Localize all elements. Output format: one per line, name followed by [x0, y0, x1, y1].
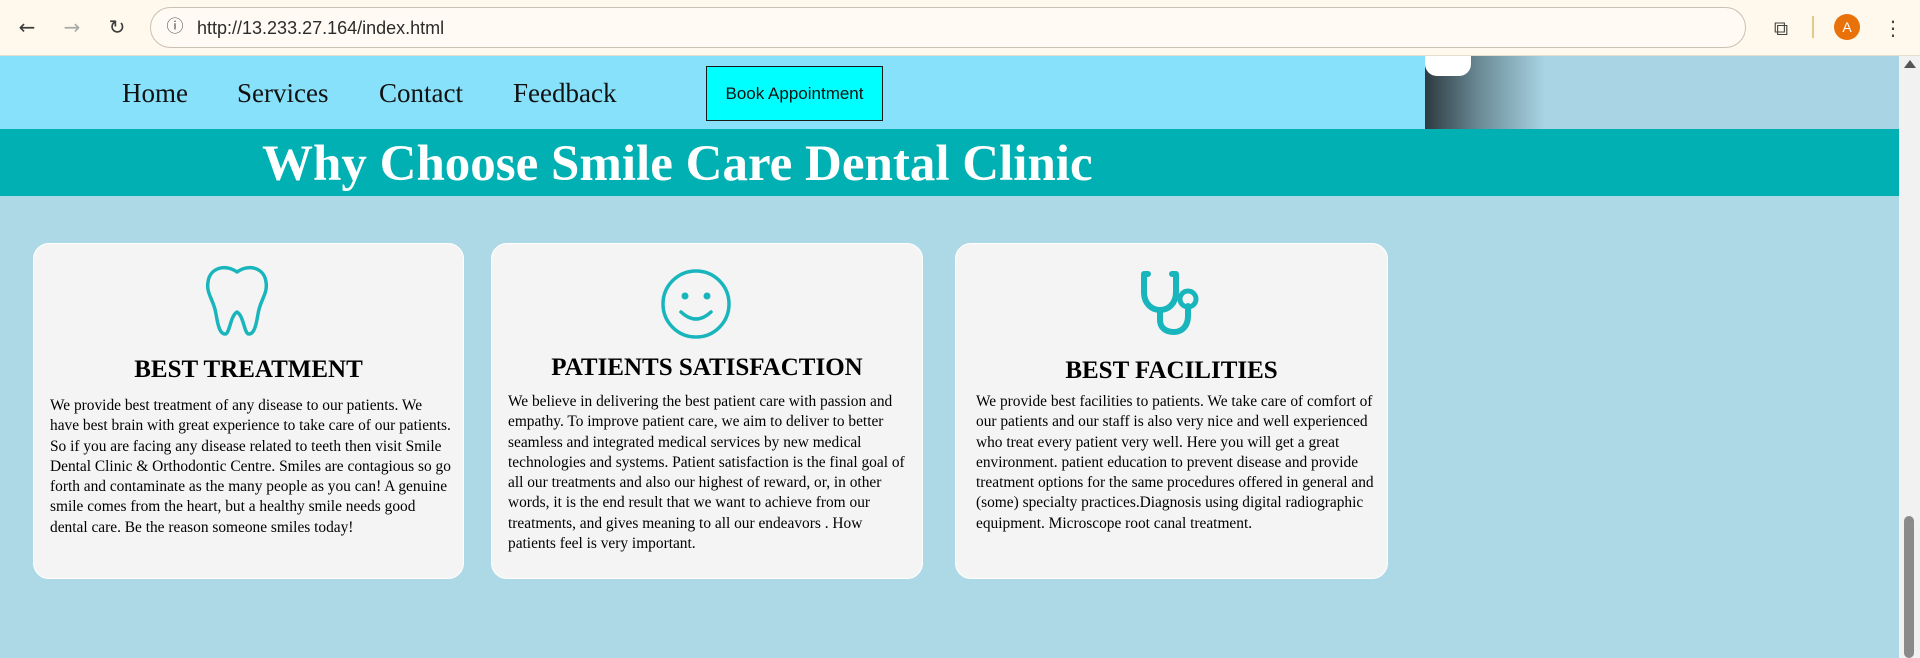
reload-icon[interactable]: ↻ — [102, 12, 132, 42]
scroll-thumb[interactable] — [1904, 516, 1914, 658]
stethoscope-icon — [1141, 271, 1199, 336]
profile-avatar[interactable]: A — [1834, 14, 1860, 40]
smiley-icon — [661, 269, 731, 339]
browser-menu-icon[interactable]: ⋮ — [1880, 13, 1906, 43]
feature-card-treatment: BEST TREATMENT We provide best treatment… — [33, 243, 464, 579]
site-info-icon[interactable]: ⓘ — [165, 17, 185, 37]
card-title: BEST FACILITIES — [1065, 357, 1278, 384]
card-title: PATIENTS SATISFACTION — [551, 354, 863, 381]
feature-card-satisfaction: PATIENTS SATISFACTION We believe in deli… — [491, 243, 923, 579]
site-navbar: Home Services Contact Feedback Book Appo… — [0, 56, 1425, 129]
browser-toolbar: ← → ↻ ⓘ http://13.233.27.164/index.html … — [0, 0, 1920, 56]
hero-card-corner — [1425, 56, 1471, 76]
nav-link-services[interactable]: Services — [237, 78, 328, 109]
page-scrollbar[interactable] — [1899, 56, 1920, 658]
url-text[interactable]: http://13.233.27.164/index.html — [197, 18, 444, 39]
toolbar-separator — [1812, 16, 1814, 38]
hero-image-edge — [1425, 56, 1899, 129]
feature-card-facilities: BEST FACILITIES We provide best faciliti… — [955, 243, 1388, 579]
section-title: Why Choose Smile Care Dental Clinic — [262, 136, 1093, 192]
section-banner: Why Choose Smile Care Dental Clinic — [0, 129, 1899, 196]
nav-link-contact[interactable]: Contact — [379, 78, 463, 109]
back-icon[interactable]: ← — [12, 12, 42, 42]
nav-link-home[interactable]: Home — [122, 78, 188, 109]
book-appointment-button[interactable]: Book Appointment — [706, 66, 883, 121]
card-title: BEST TREATMENT — [134, 356, 363, 383]
card-text: We provide best treatment of any disease… — [50, 397, 451, 536]
forward-icon[interactable]: → — [57, 12, 87, 42]
tooth-icon — [205, 265, 269, 336]
card-text: We provide best facilities to patients. … — [976, 393, 1374, 532]
extensions-icon[interactable]: ⧉ — [1766, 13, 1796, 43]
nav-link-feedback[interactable]: Feedback — [513, 78, 616, 109]
card-text: We believe in delivering the best patien… — [508, 393, 905, 553]
address-bar[interactable]: ⓘ http://13.233.27.164/index.html — [150, 7, 1746, 48]
scroll-up-icon[interactable] — [1904, 60, 1916, 68]
